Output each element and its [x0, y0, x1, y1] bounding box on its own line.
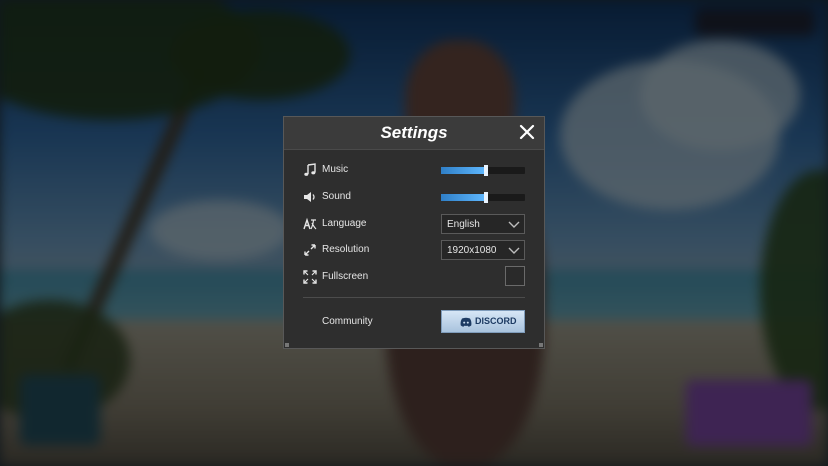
- music-volume-slider[interactable]: [441, 165, 525, 176]
- settings-title: Settings: [380, 123, 448, 142]
- language-value: English: [447, 219, 480, 230]
- sound-slider-fill: [441, 194, 487, 201]
- discord-label: DISCORD: [475, 316, 517, 326]
- music-slider-fill: [441, 167, 487, 174]
- music-row: Music: [303, 161, 525, 181]
- music-note-icon: [304, 163, 316, 176]
- music-slider-knob[interactable]: [484, 165, 489, 176]
- resize-grip: [285, 343, 289, 347]
- discord-button[interactable]: DISCORD: [441, 310, 525, 333]
- sound-slider-knob[interactable]: [484, 192, 489, 203]
- fullscreen-label: Fullscreen: [322, 271, 369, 282]
- resolution-row: Resolution 1920x1080: [303, 240, 525, 261]
- community-row: Community DISCORD: [303, 310, 525, 333]
- music-label: Music: [322, 164, 349, 175]
- resize-grip: [539, 343, 543, 347]
- language-label: Language: [322, 218, 367, 229]
- chevron-down-icon: [508, 221, 520, 228]
- expand-arrows-icon: [304, 244, 316, 256]
- sound-label: Sound: [322, 191, 351, 202]
- discord-icon: [460, 317, 472, 327]
- chevron-down-icon: [508, 247, 520, 254]
- language-row: Language English: [303, 214, 525, 235]
- speaker-icon: [304, 192, 315, 202]
- fullscreen-checkbox[interactable]: [505, 266, 525, 286]
- fullscreen-icon: [303, 270, 317, 284]
- sound-volume-slider[interactable]: [441, 192, 525, 203]
- fullscreen-row: Fullscreen: [303, 266, 525, 288]
- resolution-value: 1920x1080: [447, 245, 497, 256]
- settings-header: Settings: [284, 117, 544, 150]
- close-icon[interactable]: [519, 124, 535, 140]
- resolution-label: Resolution: [322, 244, 370, 255]
- language-select[interactable]: English: [441, 214, 525, 234]
- translate-icon: [303, 217, 317, 230]
- divider: [303, 297, 525, 298]
- sound-row: Sound: [303, 188, 525, 208]
- community-label: Community: [322, 316, 373, 327]
- resolution-select[interactable]: 1920x1080: [441, 240, 525, 260]
- settings-dialog: Settings Music Sound Language English Re…: [283, 116, 545, 349]
